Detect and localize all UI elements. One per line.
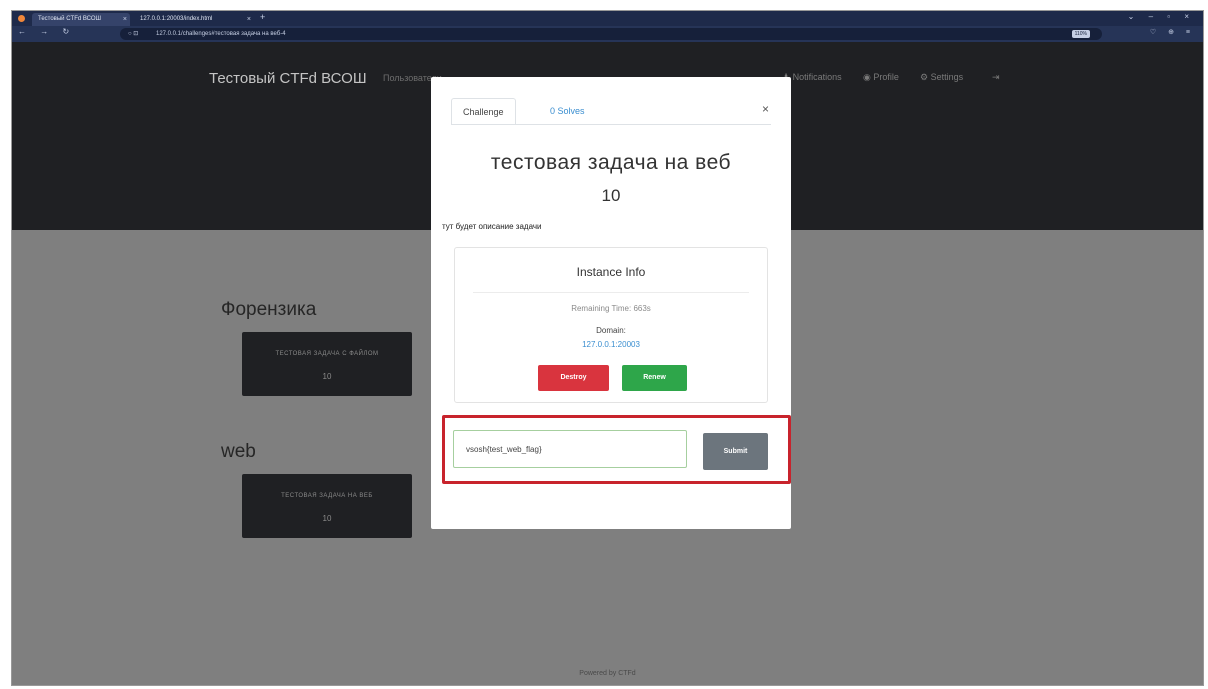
page: Тестовый CTFd ВСОШ Пользователи ♟ Notifi…: [12, 42, 1203, 685]
tab-challenge[interactable]: Challenge: [451, 98, 516, 125]
footer: Powered by CTFd: [579, 670, 636, 677]
challenge-title: тестовая задача на веб: [490, 151, 732, 174]
zoom-badge[interactable]: 110%: [1071, 30, 1090, 38]
address-bar[interactable]: ○ ⊡ 127.0.0.1/challenges#тестовая задача…: [120, 28, 1102, 40]
profile-label: Profile: [873, 72, 899, 82]
window-controls[interactable]: ⌄ – ▫ ×: [1128, 12, 1195, 21]
challenge-description: тут будет описание задачи: [442, 222, 542, 231]
instance-info-panel: Instance Info Remaining Time: 663s Domai…: [454, 247, 768, 403]
domain-label: Domain:: [596, 326, 626, 335]
notifications-label: Notifications: [792, 72, 842, 82]
firefox-icon: [18, 15, 25, 22]
browser-tab-instance[interactable]: 127.0.0.1:20003/index.html ×: [134, 13, 254, 26]
tab-divider: [451, 124, 771, 125]
settings-link[interactable]: ⚙ Settings: [920, 72, 963, 83]
logout-icon[interactable]: ⇥: [992, 72, 1000, 83]
close-icon[interactable]: ×: [123, 13, 127, 26]
browser-tab-label: Тестовый CTFd ВСОШ: [38, 16, 102, 22]
renew-button[interactable]: Renew: [622, 365, 687, 391]
domain-link[interactable]: 127.0.0.1:20003: [455, 340, 767, 349]
browser-window: Тестовый CTFd ВСОШ × 127.0.0.1:20003/ind…: [11, 10, 1204, 686]
browser-tab-ctfd[interactable]: Тестовый CTFd ВСОШ ×: [32, 13, 130, 26]
challenge-card[interactable]: ТЕСТОВАЯ ЗАДАЧА С ФАЙЛОМ 10: [242, 332, 412, 396]
instance-title: Instance Info: [576, 265, 646, 279]
browser-toolbar: ← → ↻ ○ ⊡ 127.0.0.1/challenges#тестовая …: [12, 26, 1203, 42]
category-title: Форензика: [221, 299, 317, 320]
lock-icon: ○ ⊡: [128, 31, 139, 37]
browser-tab-label: 127.0.0.1:20003/index.html: [140, 16, 213, 22]
remaining-time: Remaining Time: 663s: [571, 304, 651, 313]
challenge-value: 10: [322, 372, 332, 381]
divider: [473, 292, 749, 293]
user-circle-icon: ◉: [863, 72, 874, 82]
gear-icon: ⚙: [920, 72, 931, 82]
url-text: 127.0.0.1/challenges#тестовая задача на …: [156, 31, 286, 37]
close-icon[interactable]: ×: [247, 13, 251, 26]
settings-label: Settings: [930, 72, 964, 82]
profile-link[interactable]: ◉ Profile: [863, 72, 899, 83]
category-title: web: [221, 441, 256, 462]
browser-tab-bar: Тестовый CTFd ВСОШ × 127.0.0.1:20003/ind…: [12, 11, 1203, 26]
brand-link[interactable]: Тестовый CTFd ВСОШ: [209, 70, 367, 87]
tab-solves[interactable]: 0 Solves: [539, 98, 596, 125]
destroy-button[interactable]: Destroy: [538, 365, 609, 391]
new-tab-icon[interactable]: +: [260, 12, 265, 22]
extension-icons[interactable]: ♡ ⊕ ≡: [1150, 28, 1195, 36]
close-icon[interactable]: ×: [762, 102, 769, 116]
flag-input[interactable]: [453, 430, 687, 468]
challenge-value: 10: [322, 514, 332, 523]
submit-button[interactable]: Submit: [703, 433, 768, 470]
challenge-card[interactable]: ТЕСТОВАЯ ЗАДАЧА НА ВЕБ 10: [242, 474, 412, 538]
challenge-name: ТЕСТОВАЯ ЗАДАЧА С ФАЙЛОМ: [275, 351, 379, 357]
challenge-modal: Challenge 0 Solves × тестовая задача на …: [431, 77, 791, 529]
challenge-points: 10: [601, 186, 621, 205]
challenge-name: ТЕСТОВАЯ ЗАДАЧА НА ВЕБ: [281, 493, 373, 499]
navigation-buttons[interactable]: ← → ↻: [18, 27, 75, 36]
